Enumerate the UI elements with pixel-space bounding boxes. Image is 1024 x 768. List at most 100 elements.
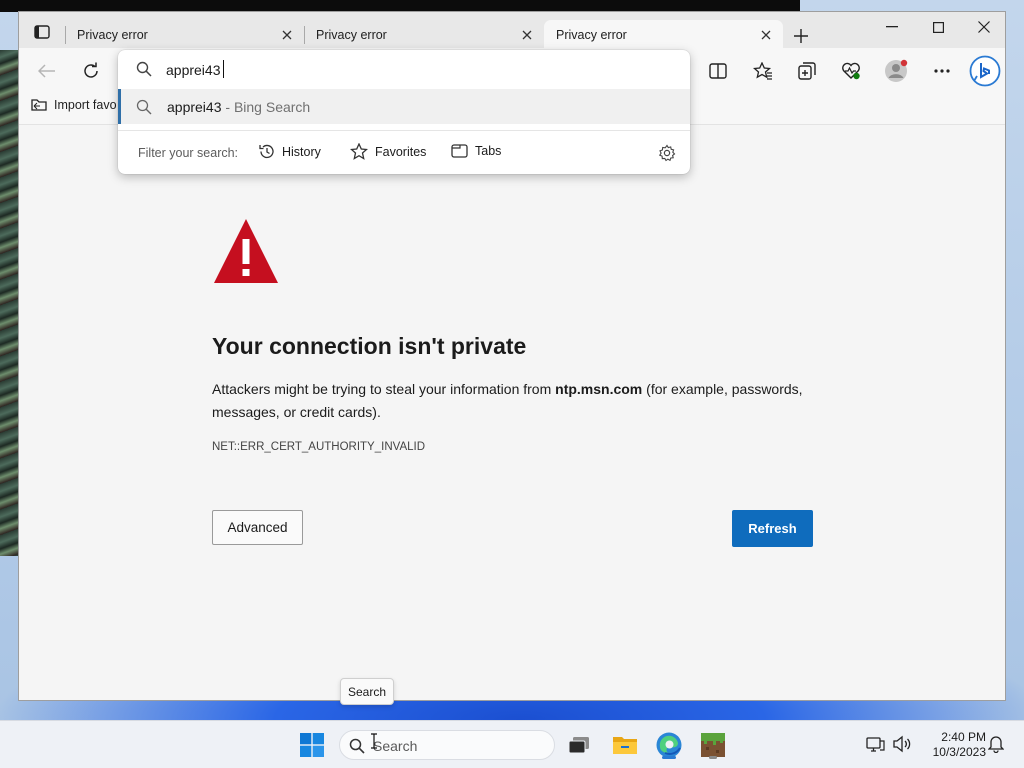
bell-icon bbox=[988, 736, 1004, 753]
close-icon bbox=[761, 30, 771, 39]
tab-actions-button[interactable] bbox=[29, 20, 55, 44]
new-tab-button[interactable] bbox=[789, 24, 813, 48]
search-suggestion[interactable]: apprei43 - Bing Search bbox=[118, 89, 690, 124]
error-description: Attackers might be trying to steal your … bbox=[212, 378, 822, 424]
collections-icon bbox=[798, 62, 816, 80]
address-input[interactable] bbox=[166, 59, 566, 81]
tabs-icon bbox=[451, 144, 468, 158]
star-icon bbox=[350, 143, 368, 160]
profile-button[interactable] bbox=[882, 58, 910, 84]
suggestion-text: apprei43 - Bing Search bbox=[167, 99, 310, 115]
history-icon bbox=[259, 144, 274, 159]
minecraft-icon bbox=[701, 733, 725, 757]
task-view-icon bbox=[568, 737, 589, 754]
taskbar-search-input[interactable] bbox=[373, 737, 543, 755]
folder-import-icon bbox=[31, 99, 47, 111]
network-display-icon bbox=[866, 737, 885, 752]
edge-taskbar-button[interactable] bbox=[652, 729, 686, 761]
address-bar[interactable] bbox=[118, 50, 690, 88]
browser-essentials-button[interactable] bbox=[837, 58, 865, 84]
edge-icon bbox=[656, 732, 682, 758]
more-dots-icon bbox=[934, 69, 950, 73]
tab-close-button[interactable] bbox=[516, 24, 538, 46]
suggestion-suffix: - Bing Search bbox=[221, 99, 311, 115]
error-page: Your connection isn't private Attackers … bbox=[19, 124, 1005, 700]
error-title: Your connection isn't private bbox=[212, 333, 527, 359]
refresh-button[interactable] bbox=[77, 58, 105, 84]
heart-pulse-icon bbox=[842, 62, 860, 80]
close-window-button[interactable] bbox=[961, 12, 1005, 42]
filter-favorites-button[interactable]: Favorites bbox=[350, 143, 426, 160]
split-screen-button[interactable] bbox=[704, 58, 732, 84]
back-button[interactable] bbox=[33, 58, 61, 84]
filter-tabs-label: Tabs bbox=[475, 144, 502, 158]
taskbar: 2:40 PM 10/3/2023 bbox=[0, 720, 1024, 768]
error-code: NET::ERR_CERT_AUTHORITY_INVALID bbox=[212, 441, 426, 453]
search-settings-button[interactable] bbox=[658, 144, 676, 167]
clock-time: 2:40 PM bbox=[941, 730, 986, 744]
collections-button[interactable] bbox=[793, 58, 821, 84]
clock-date: 10/3/2023 bbox=[932, 745, 986, 759]
refresh-icon bbox=[84, 62, 98, 78]
warning-triangle-icon bbox=[212, 217, 280, 290]
file-explorer-icon bbox=[613, 737, 637, 754]
search-icon bbox=[349, 738, 365, 759]
start-button[interactable] bbox=[295, 729, 329, 761]
volume-icon bbox=[893, 735, 911, 753]
search-tooltip: Search bbox=[340, 678, 394, 705]
avatar-icon bbox=[885, 59, 908, 82]
filter-label: Filter your search: bbox=[138, 146, 239, 160]
favorites-button[interactable] bbox=[749, 58, 777, 84]
tab-2[interactable]: Privacy error bbox=[304, 20, 544, 49]
close-icon bbox=[978, 21, 990, 33]
background-app-window[interactable] bbox=[0, 50, 19, 556]
tab-close-button[interactable] bbox=[276, 24, 298, 46]
mouse-ibeam-cursor bbox=[371, 733, 377, 749]
suggestion-query: apprei43 bbox=[167, 99, 222, 115]
close-icon bbox=[282, 30, 292, 39]
advanced-button[interactable]: Advanced bbox=[212, 510, 303, 545]
minimize-icon bbox=[886, 26, 898, 28]
filter-history-label: History bbox=[282, 144, 321, 159]
windows-start-icon bbox=[300, 733, 324, 757]
filter-history-button[interactable]: History bbox=[258, 143, 321, 160]
tab-close-button[interactable] bbox=[755, 24, 777, 46]
plus-icon bbox=[794, 29, 808, 43]
minimize-button[interactable] bbox=[869, 12, 915, 42]
tab-3-active[interactable]: Privacy error bbox=[544, 20, 783, 49]
tab-title: Privacy error bbox=[316, 27, 387, 42]
import-favorites-button[interactable]: Import favo bbox=[31, 97, 117, 112]
text-caret bbox=[223, 60, 224, 78]
search-icon bbox=[136, 61, 152, 82]
bing-chat-icon bbox=[969, 55, 1001, 87]
favorites-star-icon bbox=[753, 62, 772, 80]
search-icon bbox=[136, 99, 152, 120]
tray-network-button[interactable] bbox=[866, 735, 886, 753]
gear-icon bbox=[658, 144, 676, 162]
bing-copilot-button[interactable] bbox=[968, 54, 1002, 88]
tab-strip: Privacy error Privacy error Privacy erro… bbox=[19, 12, 1005, 49]
tray-volume-button[interactable] bbox=[892, 735, 912, 753]
maximize-icon bbox=[932, 21, 944, 33]
tab-1[interactable]: Privacy error bbox=[65, 20, 304, 49]
file-explorer-button[interactable] bbox=[608, 729, 642, 761]
split-screen-icon bbox=[709, 63, 727, 79]
minecraft-button[interactable] bbox=[696, 729, 730, 761]
notifications-button[interactable] bbox=[988, 735, 1004, 753]
error-description-text: Attackers might be trying to steal your … bbox=[212, 381, 556, 397]
tab-actions-icon bbox=[34, 25, 50, 39]
back-arrow-icon bbox=[38, 64, 55, 78]
refresh-page-button[interactable]: Refresh bbox=[732, 510, 813, 547]
filter-favorites-label: Favorites bbox=[375, 144, 427, 159]
active-indicator bbox=[662, 756, 676, 759]
tab-title: Privacy error bbox=[556, 27, 627, 42]
maximize-button[interactable] bbox=[915, 12, 961, 42]
system-clock[interactable]: 2:40 PM 10/3/2023 bbox=[918, 730, 986, 760]
task-view-button[interactable] bbox=[562, 729, 596, 761]
import-favorites-label: Import favo bbox=[54, 97, 117, 112]
tab-title: Privacy error bbox=[77, 27, 148, 42]
settings-more-button[interactable] bbox=[928, 58, 956, 84]
error-domain: ntp.msn.com bbox=[555, 381, 643, 397]
filter-tabs-button[interactable]: Tabs bbox=[451, 143, 501, 159]
running-indicator bbox=[709, 756, 717, 759]
